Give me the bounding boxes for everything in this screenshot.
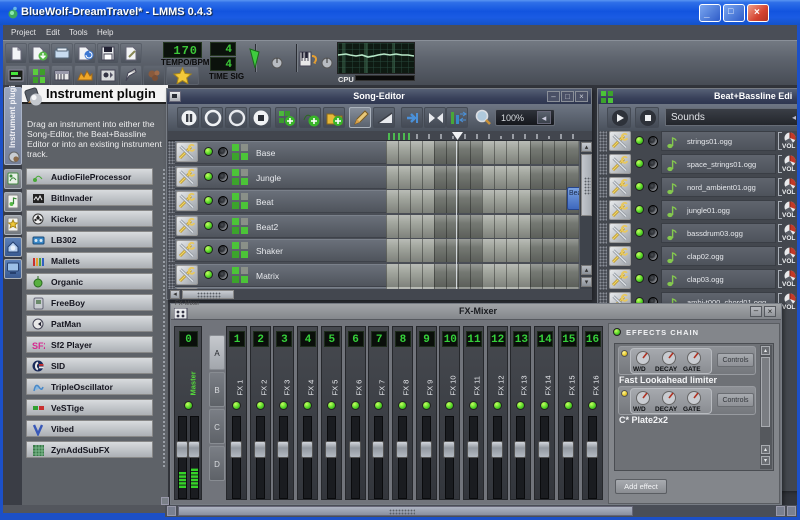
- svg-text:SF2: SF2: [32, 341, 45, 351]
